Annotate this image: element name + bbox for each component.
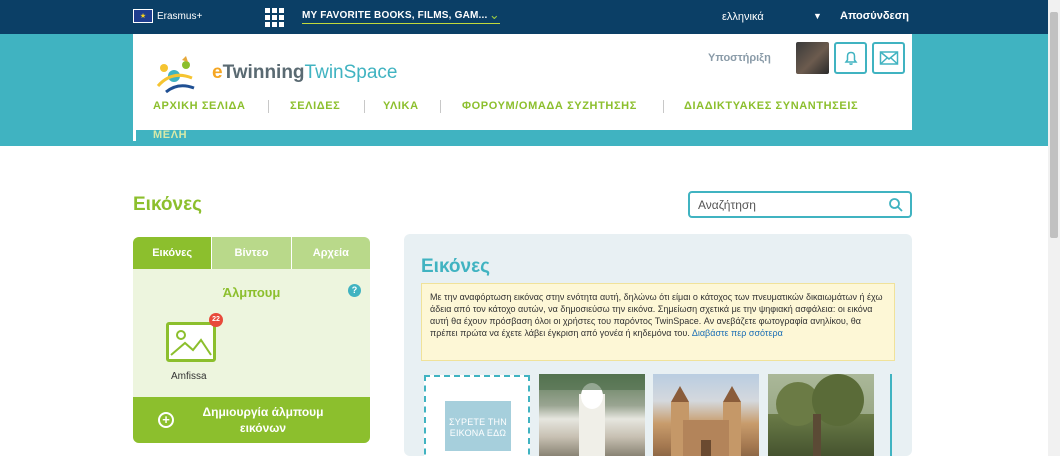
nav-materials[interactable]: ΥΛΙΚΑ	[383, 100, 419, 112]
images-title: Εικόνες	[421, 256, 490, 277]
logo-e: e	[212, 62, 223, 83]
tab-files[interactable]: Αρχεία	[291, 237, 370, 269]
avatar[interactable]	[796, 42, 829, 74]
media-sidebar: Εικόνες Βίντεο Αρχεία Άλμπουμ ? 22 Amfis…	[133, 237, 370, 443]
eu-flag-icon: ★	[133, 9, 153, 23]
nav-separator	[440, 100, 441, 113]
search-box[interactable]	[688, 191, 912, 218]
nav-pages[interactable]: ΣΕΛΙΔΕΣ	[290, 100, 340, 112]
tab-videos[interactable]: Βίντεο	[212, 237, 292, 269]
nav-separator	[663, 100, 664, 113]
upload-dropzone[interactable]: ΣΥΡΕΤΕ ΤΗΝ ΕΙΚΟΝΑ ΕΔΩ	[424, 375, 530, 456]
scrollbar-thumb[interactable]	[1050, 12, 1058, 238]
albums-title: Άλμπουμ	[222, 285, 281, 300]
language-selector[interactable]: ελληνικά	[722, 11, 764, 23]
page-scrollbar[interactable]	[1048, 0, 1060, 456]
nav-separator	[364, 100, 365, 113]
twinspace-name: MY FAVORITE BOOKS, FILMS, GAM...	[302, 10, 488, 21]
nav-members[interactable]: ΜΕΛΗ	[153, 129, 187, 141]
logo-twinning: Twinning	[222, 62, 305, 83]
photo-thumbnail[interactable]	[653, 374, 759, 456]
bell-icon	[844, 51, 857, 65]
logo-twinspace: TwinSpace	[304, 62, 398, 83]
help-icon[interactable]: ?	[348, 284, 361, 297]
caret-down-icon[interactable]: ▼	[813, 11, 822, 21]
image-icon	[170, 330, 212, 356]
messages-button[interactable]	[872, 42, 905, 74]
erasmus-logo[interactable]: ★ Erasmus+	[133, 9, 202, 23]
grid-icon[interactable]	[265, 8, 285, 27]
notifications-button[interactable]	[834, 42, 867, 74]
search-input[interactable]	[690, 193, 880, 216]
tab-images[interactable]: Εικόνες	[133, 237, 213, 269]
create-album-label: Δημιουργία άλμπουμ εικόνων	[202, 405, 324, 435]
album-count-badge: 22	[209, 313, 223, 327]
notice-text: Με την αναφόρτωση εικόνας στην ενότητα α…	[430, 292, 883, 338]
page-title: Εικόνες	[133, 194, 202, 215]
support-link[interactable]: Υποστήριξη	[708, 52, 771, 64]
images-panel: Εικόνες Με την αναφόρτωση εικόνας στην ε…	[404, 234, 912, 456]
media-tabs: Εικόνες Βίντεο Αρχεία	[133, 237, 370, 269]
nav-home[interactable]: ΑΡΧΙΚΗ ΣΕΛΙΔΑ	[153, 100, 246, 112]
photo-thumbnail[interactable]	[768, 374, 874, 456]
search-icon[interactable]	[888, 197, 904, 213]
gallery-scroll-edge	[890, 374, 892, 456]
twinspace-selector[interactable]: MY FAVORITE BOOKS, FILMS, GAM... ⌄	[302, 7, 500, 24]
etwinning-logo[interactable]: eTwinningTwinSpace	[152, 56, 417, 94]
plus-circle-icon: +	[158, 412, 174, 428]
nav-separator	[268, 100, 269, 113]
nav-members-marker	[133, 128, 136, 141]
album-thumbnail[interactable]	[166, 322, 216, 362]
chevron-down-icon: ⌄	[488, 7, 500, 22]
upload-label: ΣΥΡΕΤΕ ΤΗΝ ΕΙΚΟΝΑ ΕΔΩ	[445, 401, 511, 451]
mail-icon	[879, 51, 898, 65]
nav-online-meetings[interactable]: ΔΙΑΔΙΚΤΥΑΚΕΣ ΣΥΝΑΝΤΗΣΕΙΣ	[684, 100, 858, 112]
nav-forum[interactable]: ΦΟΡΟΥΜ/ΟΜΑΔΑ ΣΥΖΗΤΗΣΗΣ	[462, 100, 637, 112]
logout-link[interactable]: Αποσύνδεση	[840, 10, 909, 22]
read-more-link[interactable]: Διαβάστε περ σσότερα	[692, 328, 783, 338]
photo-thumbnail[interactable]	[539, 374, 645, 456]
erasmus-label: Erasmus+	[157, 10, 203, 22]
copyright-notice: Με την αναφόρτωση εικόνας στην ενότητα α…	[421, 283, 895, 361]
top-bar: ★ Erasmus+ MY FAVORITE BOOKS, FILMS, GAM…	[0, 0, 1048, 34]
create-album-button[interactable]: + Δημιουργία άλμπουμ εικόνων	[133, 397, 370, 443]
album-name[interactable]: Amfissa	[171, 371, 207, 382]
